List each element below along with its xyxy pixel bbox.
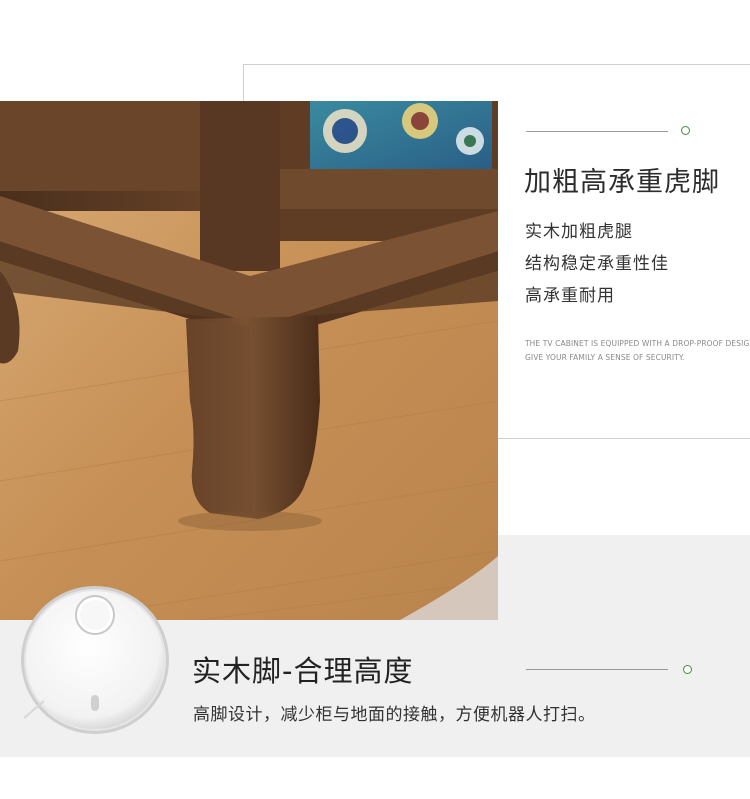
robot-vacuum-icon: [18, 583, 172, 737]
english-line-1: THE TV CABINET IS EQUIPPED WITH A DROP-P…: [525, 339, 750, 348]
feature-line-3: 高承重耐用: [525, 286, 615, 306]
circle-dot-icon: [681, 126, 690, 135]
feature-line-1: 实木加粗虎腿: [525, 222, 633, 242]
divider-line-top: [526, 131, 668, 132]
cabinet-leg-photo: [0, 101, 498, 620]
frame-line-bottom: [498, 438, 750, 439]
frame-line-top: [243, 64, 750, 65]
bottom-description: 高脚设计，减少柜与地面的接触，方便机器人打扫。: [193, 705, 596, 725]
circle-dot-icon: [683, 665, 692, 674]
bottom-title: 实木脚-合理高度: [192, 654, 414, 688]
frame-line-left: [243, 64, 244, 102]
feature-title: 加粗高承重虎脚: [524, 167, 720, 198]
feature-line-2: 结构稳定承重性佳: [525, 254, 669, 274]
divider-line-bottom: [526, 669, 668, 670]
english-line-2: GIVE YOUR FAMILY A SENSE OF SECURITY.: [525, 353, 685, 362]
